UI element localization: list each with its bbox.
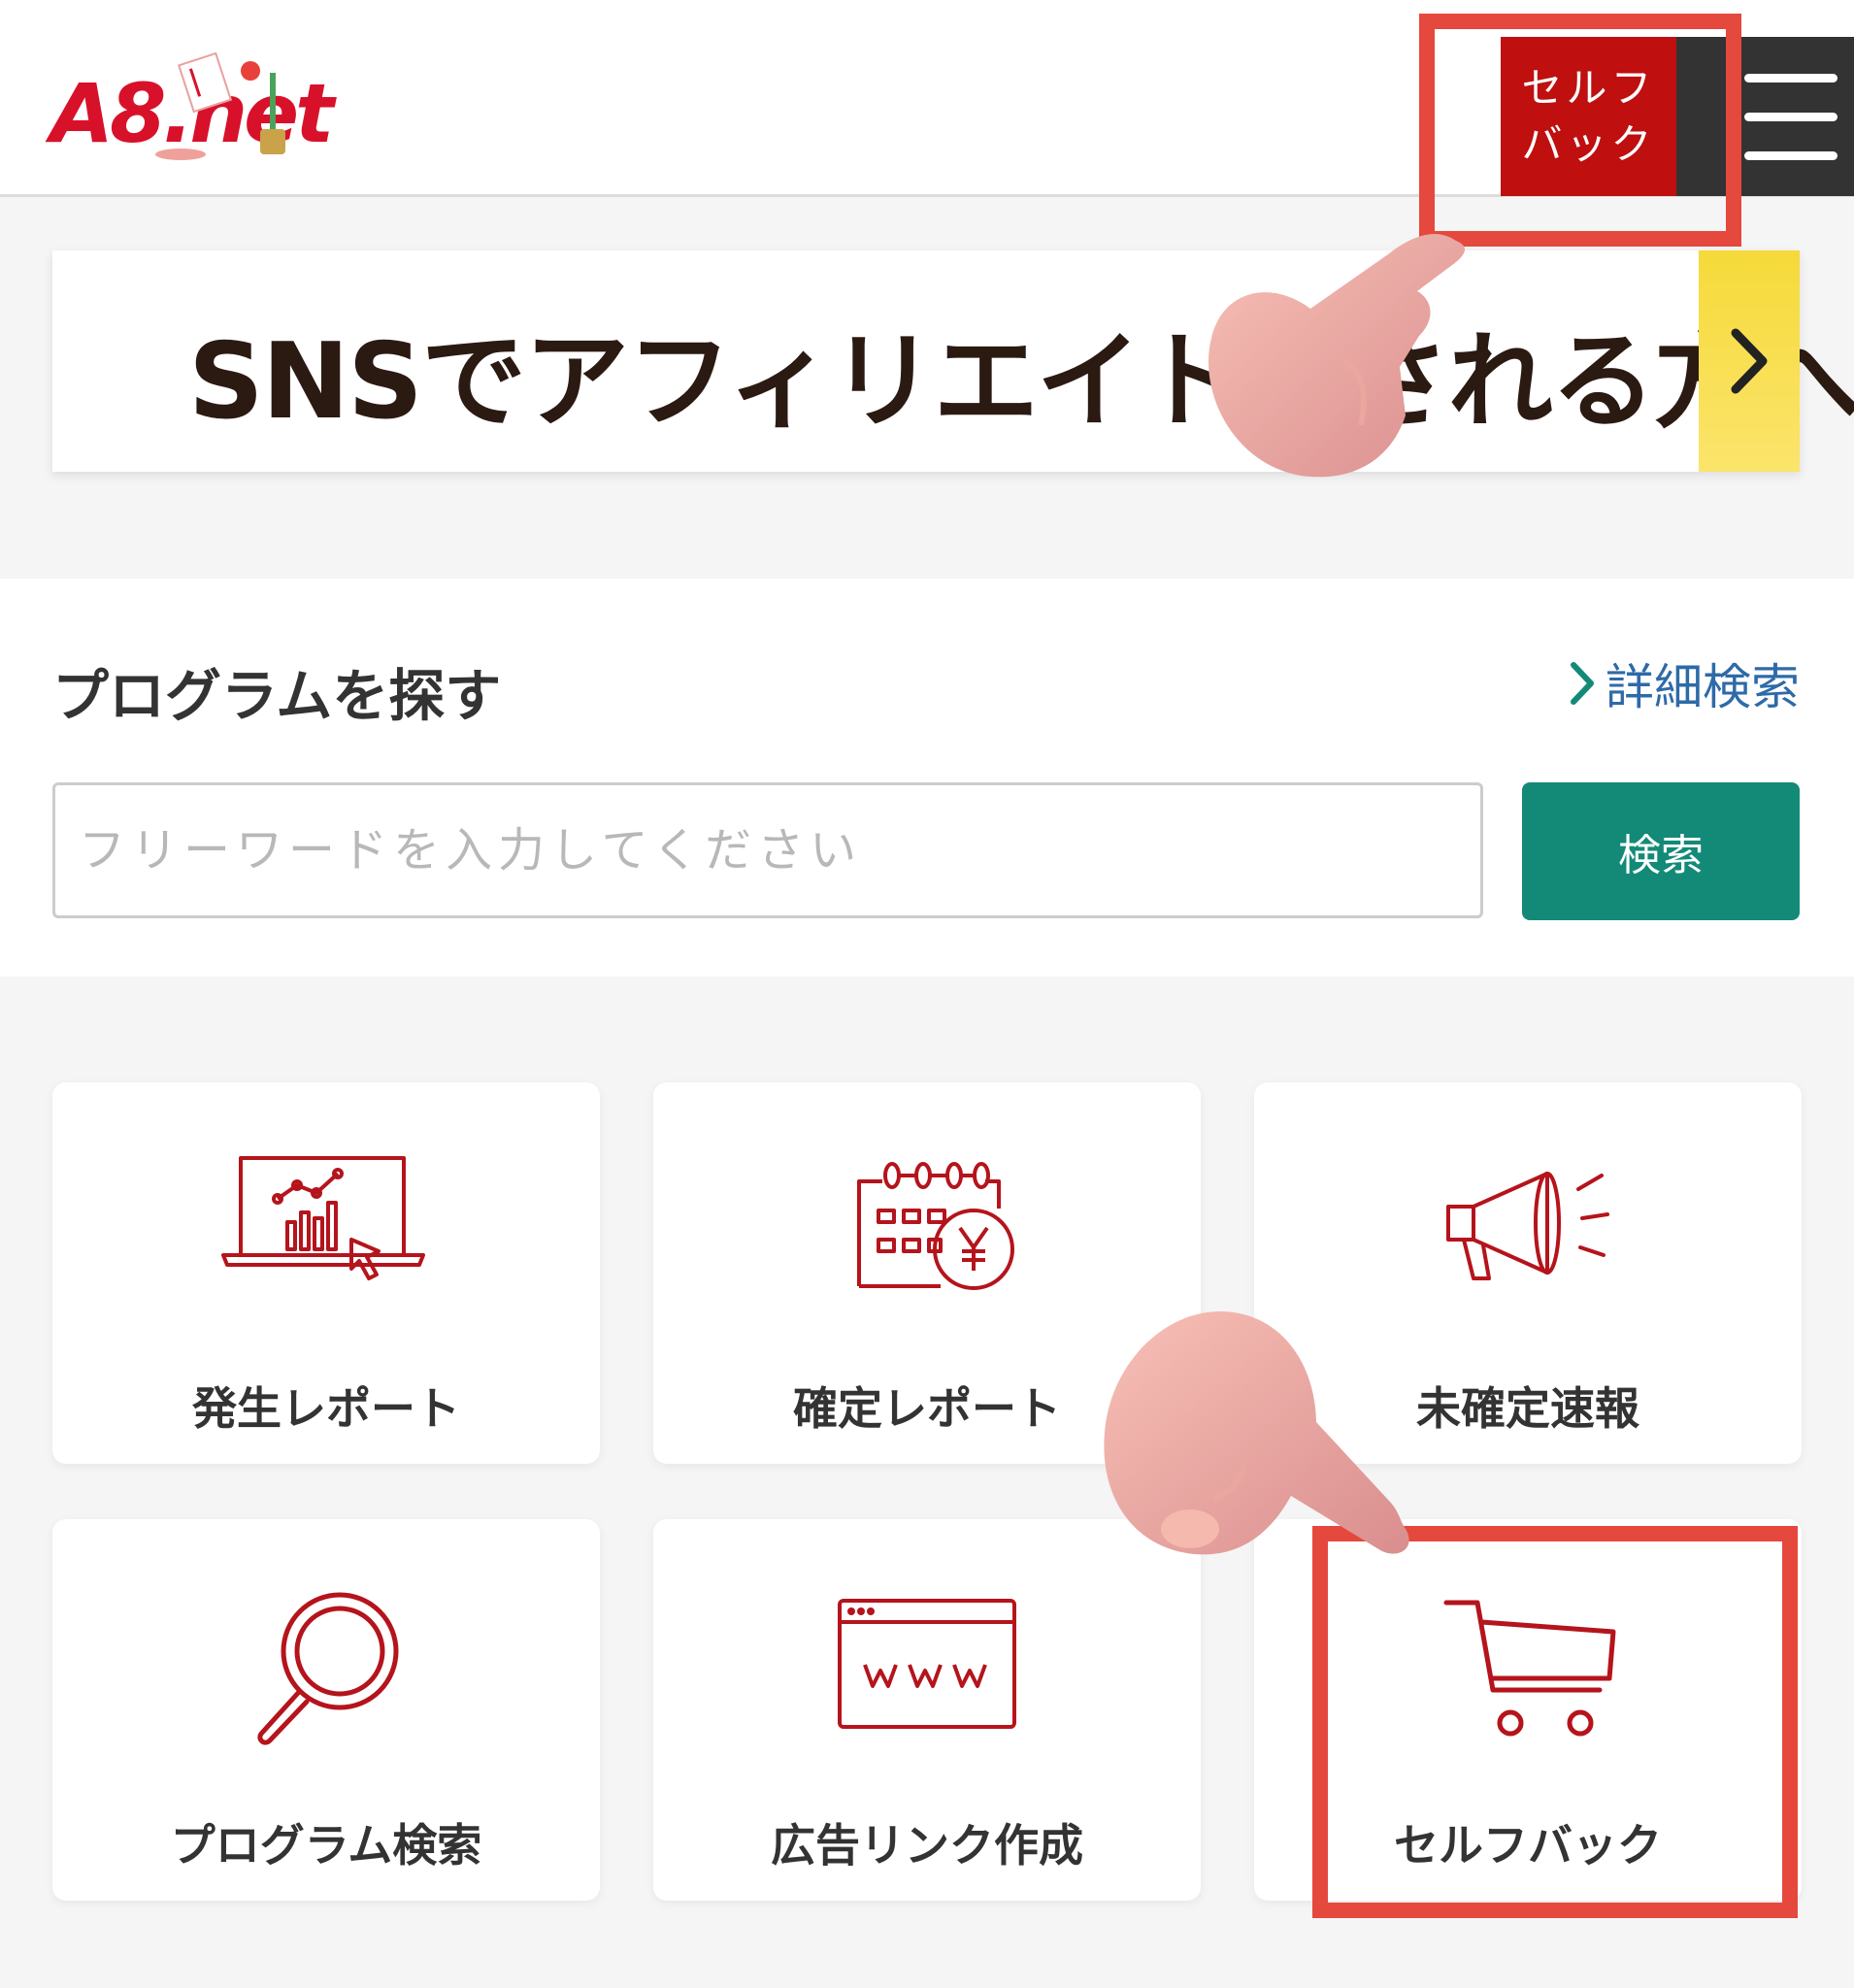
- magnifier-icon: [257, 1592, 399, 1745]
- tile-ad-link-creation[interactable]: 広告リンク作成: [653, 1519, 1201, 1901]
- detail-search-label: 詳細検索: [1606, 659, 1800, 715]
- calendar-yen-icon: [857, 1162, 1014, 1290]
- megaphone-icon: [1446, 1172, 1609, 1280]
- selfback-tile-highlight: [1312, 1526, 1798, 1918]
- www-browser-icon: [838, 1599, 1016, 1729]
- chevron-right-icon: [1571, 662, 1594, 705]
- hamburger-menu-icon: [1744, 74, 1837, 83]
- header-selfback-highlight: [1419, 14, 1741, 247]
- tile-label: 広告リンク作成: [771, 1819, 1083, 1872]
- a8net-logo[interactable]: A8.net: [50, 51, 334, 165]
- search-input[interactable]: [52, 782, 1483, 918]
- hamburger-menu-icon-line: [1744, 151, 1837, 160]
- search-section-title: プログラムを探す: [52, 663, 502, 729]
- pointing-hand-icon: [1104, 1310, 1409, 1555]
- tile-label: 発生レポート: [192, 1382, 460, 1435]
- chevron-right-icon: [1731, 328, 1768, 394]
- program-search-section: プログラムを探す 詳細検索 検索: [0, 579, 1854, 977]
- detail-search-link[interactable]: 詳細検索: [1569, 648, 1800, 718]
- report-chart-icon: [221, 1156, 425, 1280]
- banner-text: SNSでアフィリエイトをされる方へ: [188, 321, 1854, 443]
- tile-label: プログラム検索: [170, 1819, 482, 1872]
- hamburger-menu-icon-line: [1744, 113, 1837, 121]
- tile-occurrence-report[interactable]: 発生レポート: [52, 1082, 600, 1464]
- pointing-hand-icon: [1208, 233, 1466, 478]
- kadomatsu-decoration: [260, 73, 285, 154]
- tile-program-search[interactable]: プログラム検索: [52, 1519, 600, 1901]
- logo-decoration: [155, 149, 206, 160]
- sns-affiliate-banner[interactable]: SNSでアフィリエイトをされる方へ: [52, 250, 1854, 472]
- search-button[interactable]: 検索: [1522, 782, 1800, 920]
- banner-arrow-button[interactable]: [1699, 250, 1800, 472]
- logo-flower-decoration: [241, 61, 260, 81]
